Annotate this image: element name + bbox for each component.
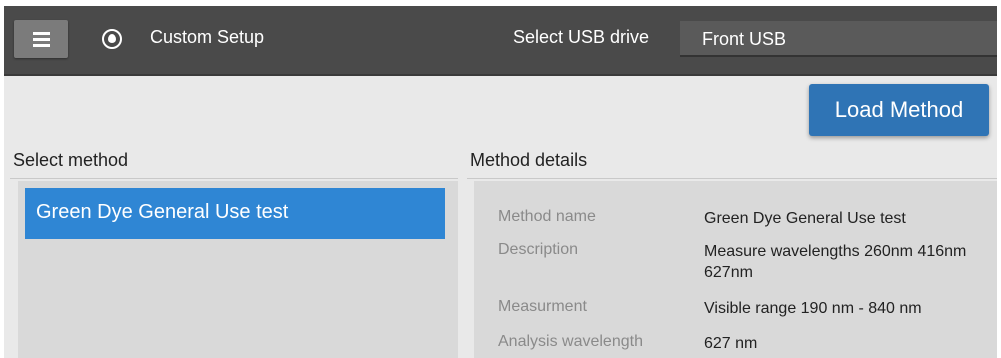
hamburger-menu-icon-bar [33, 44, 50, 47]
method-details-panel: Method name Green Dye General Use test D… [474, 181, 997, 358]
method-list-item[interactable]: Green Dye General Use test [25, 188, 445, 239]
drop-icon [108, 34, 116, 43]
method-list: Green Dye General Use test [18, 181, 458, 358]
detail-key-description: Description [498, 241, 579, 258]
usb-drive-value: Front USB [702, 29, 787, 49]
detail-key-analysis-wavelength: Analysis wavelength [498, 333, 643, 350]
detail-key-method-name: Method name [498, 208, 596, 225]
detail-value-method-name: Green Dye General Use test [704, 210, 906, 227]
menu-button[interactable] [14, 20, 68, 58]
detail-value-measurement: Visible range 190 nm - 840 nm [704, 300, 922, 317]
divider [10, 178, 458, 179]
detail-value-analysis-wavelength: 627 nm [704, 335, 758, 352]
hamburger-menu-icon [33, 32, 50, 35]
divider [467, 178, 997, 179]
detail-value-description: Measure wavelengths 260nm 416nm 627nm [704, 243, 967, 281]
usb-drive-select[interactable]: Front USB [680, 21, 997, 57]
drop-in-circle-icon [102, 29, 122, 49]
load-method-button[interactable]: Load Method [809, 84, 989, 136]
top-bar: Custom Setup Select USB drive Front USB [4, 6, 997, 76]
hamburger-menu-icon-bar [33, 38, 50, 41]
app-title: Custom Setup [150, 27, 265, 47]
usb-drive-label: Select USB drive [513, 27, 650, 47]
app-window: Custom Setup Select USB drive Front USB … [4, 6, 997, 358]
detail-key-measurement: Measurment [498, 298, 587, 315]
method-list-item-label: Green Dye General Use test [36, 201, 289, 223]
select-method-label: Select method [13, 150, 129, 170]
method-details-label: Method details [470, 150, 588, 170]
